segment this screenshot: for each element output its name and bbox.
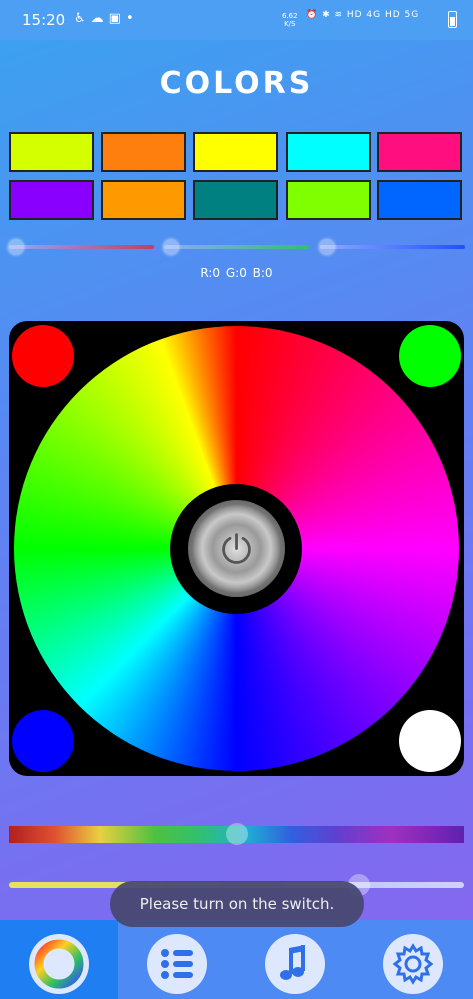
color-wheel-icon [34,939,84,989]
power-button[interactable] [188,500,285,597]
blue-slider-thumb[interactable] [319,239,335,255]
status-notification-icons: ♿☁▣• [74,11,139,26]
spectrum-slider-thumb[interactable] [226,823,248,845]
accessibility-icon: ♿ [74,11,91,26]
preset-white-dot[interactable] [399,710,461,772]
tab-modes[interactable] [118,920,236,999]
color-swatch[interactable] [377,180,462,220]
color-swatch[interactable] [286,132,371,172]
red-slider-thumb[interactable] [8,239,24,255]
green-slider-thumb[interactable] [163,239,179,255]
preset-red-dot[interactable] [12,325,74,387]
dot-icon: • [125,11,139,26]
power-ring [170,484,302,614]
color-swatch[interactable] [377,132,462,172]
preset-green-dot[interactable] [399,325,461,387]
net-speed-value: 6.62 [282,12,298,20]
color-wheel-panel [9,321,464,776]
gear-icon [392,943,434,985]
list-icon [161,949,193,979]
preset-blue-dot[interactable] [12,710,74,772]
bottom-nav [0,920,473,999]
nav-button-bg [29,934,89,994]
status-bar: 15:20 ♿☁▣• 6.62 K/S ⏰ ✱ ≋ HD 4G HD 5G [0,0,473,40]
color-swatch[interactable] [9,180,94,220]
rgb-readout: R:0 G:0 B:0 [200,266,273,280]
color-swatch[interactable] [9,132,94,172]
blue-slider[interactable] [320,245,465,249]
color-swatch[interactable] [193,180,278,220]
weather-icon: ☁ [90,11,109,26]
power-icon [222,533,251,564]
color-swatch[interactable] [101,180,186,220]
toast-message: Please turn on the switch. [110,881,364,927]
status-right-icons: ⏰ ✱ ≋ HD 4G HD 5G [306,10,420,20]
gallery-icon: ▣ [108,11,126,26]
battery-icon [448,11,457,28]
status-time: 15:20 [22,11,66,29]
color-swatch[interactable] [286,180,371,220]
tab-colors[interactable] [0,920,118,999]
nav-button-bg [383,934,443,994]
tab-settings[interactable] [354,920,472,999]
color-swatch[interactable] [101,132,186,172]
tab-music[interactable] [236,920,354,999]
net-speed-unit: K/S [284,20,296,28]
red-slider[interactable] [9,245,154,249]
color-swatch[interactable] [193,132,278,172]
green-slider[interactable] [164,245,309,249]
nav-button-bg [147,934,207,994]
net-speed: 6.62 K/S [282,12,298,28]
music-note-icon [280,945,305,980]
page-title: COLORS [159,66,314,101]
nav-button-bg [265,934,325,994]
